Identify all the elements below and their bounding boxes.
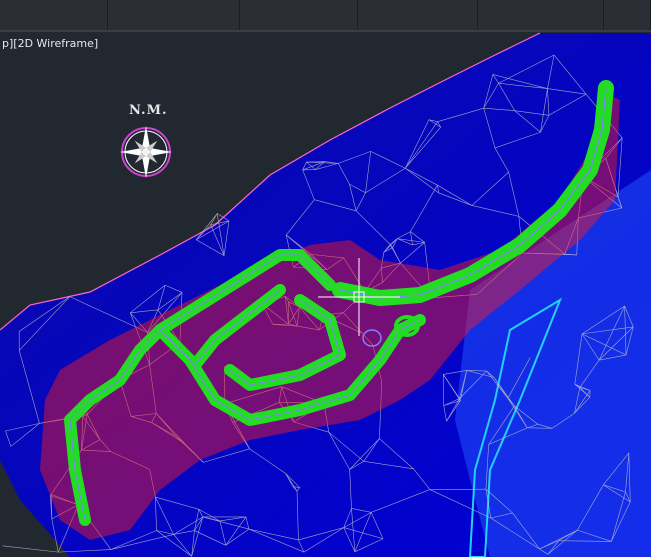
viewport-controls-label[interactable]: p][2D Wireframe] xyxy=(2,37,98,50)
mesh-edge xyxy=(2,545,59,553)
ribbon-tab[interactable] xyxy=(240,0,358,30)
ribbon-toolbar xyxy=(0,0,651,32)
ribbon-tab[interactable] xyxy=(0,0,108,30)
north-marker-label: N.M. xyxy=(129,103,168,118)
ribbon-tab[interactable] xyxy=(604,0,651,30)
compass-rose-icon xyxy=(120,126,172,178)
cad-application: p][2D Wireframe] N.M. xyxy=(0,0,651,557)
drawing-canvas[interactable] xyxy=(0,32,651,557)
ribbon-tab[interactable] xyxy=(478,0,604,30)
ribbon-tab[interactable] xyxy=(358,0,478,30)
ribbon-tab[interactable] xyxy=(108,0,240,30)
